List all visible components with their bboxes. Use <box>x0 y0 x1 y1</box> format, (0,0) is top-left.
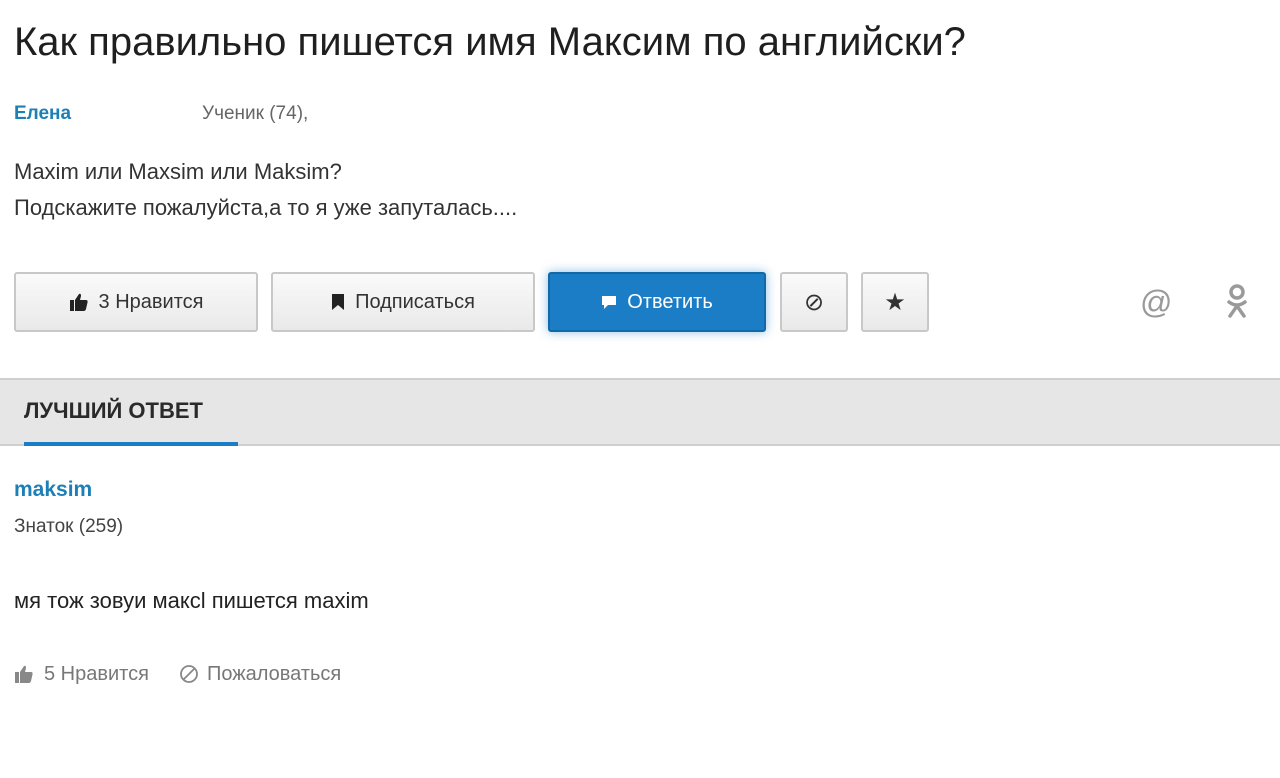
subscribe-button[interactable]: Подписаться <box>271 272 535 332</box>
answer-like-label: 5 Нравится <box>44 662 149 685</box>
question-author-row: Елена Ученик (74), <box>14 100 308 128</box>
favorite-button[interactable]: ★ <box>861 272 929 332</box>
question-body-line-1: Maxim или Maxsim или Maksim? <box>14 159 342 184</box>
answer-report-label: Пожаловаться <box>206 662 342 685</box>
question-action-bar: 3 Нравится Подписаться Ответить ⊘ ★ @ <box>14 272 1266 334</box>
thumbs-up-icon <box>69 292 89 312</box>
answer-footer: 5 Нравится Пожаловаться <box>14 660 341 688</box>
answer-button[interactable]: Ответить <box>548 272 766 332</box>
question-title: Как правильно пишется имя Максим по англ… <box>14 20 966 64</box>
tab-active-indicator <box>24 442 238 446</box>
thumbs-up-icon <box>14 664 34 684</box>
answer-author-rank: Знаток (259) <box>14 516 124 537</box>
odnoklassniki-icon[interactable] <box>1226 284 1248 329</box>
tab-best-answer[interactable]: ЛУЧШИЙ ОТВЕТ <box>24 398 203 424</box>
page: Как правильно пишется имя Максим по англ… <box>0 0 1280 778</box>
question-author-rank: Ученик (74), <box>202 103 309 124</box>
block-icon: ⊘ <box>803 288 825 316</box>
answer-button-label: Ответить <box>627 290 713 313</box>
like-button[interactable]: 3 Нравится <box>14 272 258 332</box>
star-icon: ★ <box>884 288 906 316</box>
at-mention-icon[interactable]: @ <box>1140 284 1172 320</box>
subscribe-button-label: Подписаться <box>355 290 475 313</box>
question-author-link[interactable]: Елена <box>14 103 202 125</box>
speech-bubble-icon <box>601 294 617 310</box>
bookmark-icon <box>331 293 345 311</box>
answer-text: мя тож зовуи максl пишется maxim <box>14 588 369 613</box>
like-button-label: 3 Нравится <box>98 290 204 313</box>
answer-report-link[interactable]: Пожаловаться <box>179 663 341 686</box>
report-icon <box>179 664 199 684</box>
best-answer-header: ЛУЧШИЙ ОТВЕТ <box>0 378 1280 446</box>
answer-author-link[interactable]: maksim <box>14 478 92 502</box>
answer-like-link[interactable]: 5 Нравится <box>14 663 149 686</box>
question-body-line-2: Подскажите пожалуйста,а то я уже запутал… <box>14 195 518 220</box>
question-body: Maxim или Maxsim или Maksim? Подскажите … <box>14 154 517 226</box>
block-button[interactable]: ⊘ <box>780 272 848 332</box>
